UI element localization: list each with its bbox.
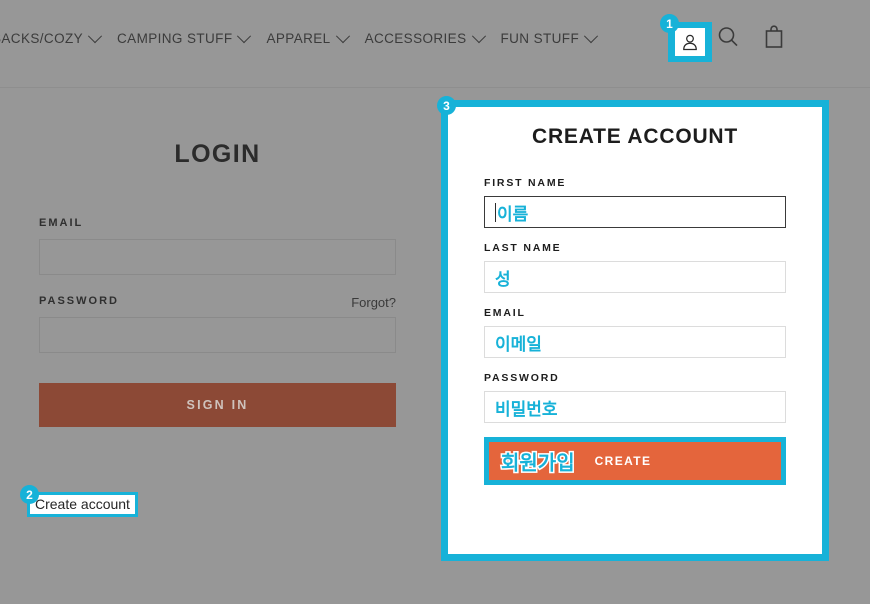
modal-password-input[interactable]: 비밀번호: [484, 391, 786, 423]
header-icon-group: [716, 24, 786, 50]
login-panel: LOGIN EMAIL PASSWORD Forgot? SIGN IN: [39, 140, 396, 427]
last-name-row: LAST NAME 성: [484, 242, 786, 293]
modal-password-label: PASSWORD: [484, 372, 560, 384]
nav-item-camping-stuff[interactable]: CAMPING STUFF: [117, 29, 252, 48]
chevron-down-icon: [584, 29, 599, 44]
chevron-down-icon: [471, 29, 486, 44]
nav-item-label: FUN STUFF: [500, 31, 580, 46]
nav-item-accessories[interactable]: ACCESSORIES: [364, 29, 486, 48]
first-name-value: 이름: [497, 204, 529, 225]
last-name-value: 성: [495, 269, 511, 290]
create-account-title: CREATE ACCOUNT: [531, 125, 739, 148]
search-icon[interactable]: [716, 24, 740, 50]
modal-email-value: 이메일: [495, 334, 542, 355]
nav-item-apparel[interactable]: APPAREL: [266, 29, 350, 48]
login-title: LOGIN: [174, 140, 261, 168]
modal-email-label: EMAIL: [484, 307, 526, 319]
site-header: SACKS/COZY CAMPING STUFF APPAREL ACCESSO…: [0, 0, 870, 88]
login-email-row: EMAIL: [39, 217, 396, 275]
create-button-label: CREATE: [594, 454, 652, 468]
nav-item-sacks-cozy[interactable]: SACKS/COZY: [0, 29, 103, 48]
create-account-modal: CREATE ACCOUNT FIRST NAME 이름 LAST NAME 성…: [448, 107, 822, 554]
create-account-link-highlight[interactable]: Create account: [27, 492, 138, 517]
create-button-highlight: 회원가입 CREATE: [484, 437, 786, 485]
chevron-down-icon: [335, 29, 350, 44]
main-navigation: SACKS/COZY CAMPING STUFF APPAREL ACCESSO…: [0, 29, 613, 48]
login-password-row: PASSWORD Forgot?: [39, 295, 396, 353]
first-name-input[interactable]: 이름: [484, 196, 786, 228]
login-email-label: EMAIL: [39, 217, 84, 229]
annotation-badge-3: 3: [437, 96, 456, 115]
create-account-link[interactable]: Create account: [30, 495, 135, 514]
annotation-badge-1: 1: [660, 14, 679, 33]
first-name-row: FIRST NAME 이름: [484, 177, 786, 228]
text-cursor-icon: [495, 202, 496, 222]
last-name-label: LAST NAME: [484, 242, 562, 254]
create-account-submit-button[interactable]: 회원가입 CREATE: [489, 442, 781, 480]
login-password-input[interactable]: [39, 317, 396, 353]
shopping-bag-icon[interactable]: [762, 24, 786, 50]
modal-email-input[interactable]: 이메일: [484, 326, 786, 358]
account-person-icon[interactable]: [675, 28, 705, 56]
nav-item-label: ACCESSORIES: [364, 31, 467, 46]
modal-email-row: EMAIL 이메일: [484, 307, 786, 358]
login-email-input[interactable]: [39, 239, 396, 275]
chevron-down-icon: [87, 29, 103, 44]
create-account-modal-highlight: CREATE ACCOUNT FIRST NAME 이름 LAST NAME 성…: [441, 100, 829, 561]
modal-password-value: 비밀번호: [495, 399, 558, 420]
nav-item-label: APPAREL: [266, 31, 331, 46]
chevron-down-icon: [237, 29, 252, 44]
nav-item-label: CAMPING STUFF: [117, 31, 233, 46]
forgot-password-link[interactable]: Forgot?: [351, 295, 396, 310]
modal-password-row: PASSWORD 비밀번호: [484, 372, 786, 423]
sign-in-button[interactable]: SIGN IN: [39, 383, 396, 427]
create-button-korean-label: 회원가입: [500, 449, 577, 476]
annotation-badge-2: 2: [20, 485, 39, 504]
first-name-label: FIRST NAME: [484, 177, 567, 189]
nav-item-fun-stuff[interactable]: FUN STUFF: [500, 29, 599, 48]
login-password-label: PASSWORD: [39, 295, 119, 307]
nav-item-label: SACKS/COZY: [0, 31, 84, 46]
last-name-input[interactable]: 성: [484, 261, 786, 293]
